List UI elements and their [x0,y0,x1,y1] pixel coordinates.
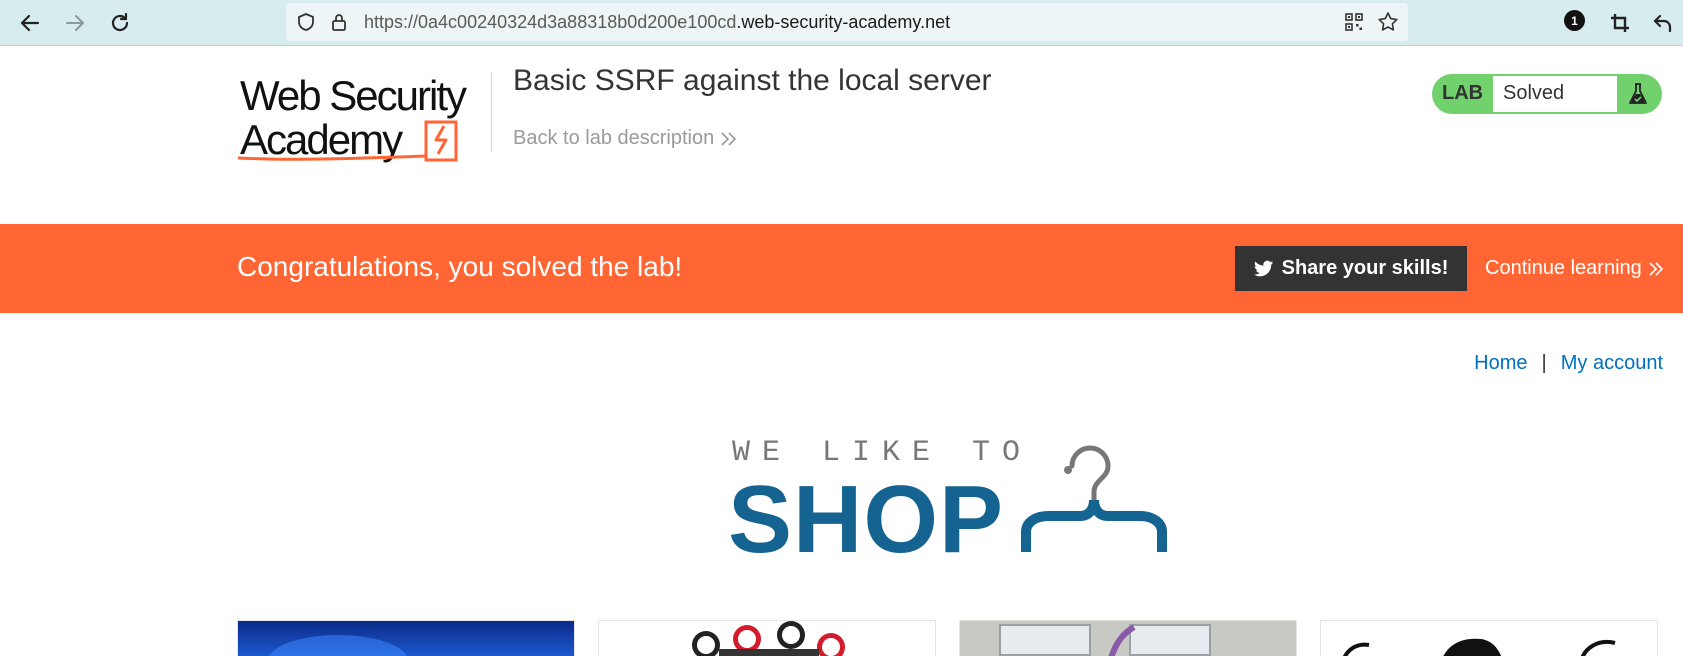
shop-tagline: WE LIKE TO [732,436,1033,470]
back-link-label: Back to lab description [513,127,715,149]
lab-status-widget: LAB Solved [1432,74,1662,114]
url-text: https://0a4c00240324d3a88318b0d200e100cd… [364,12,950,33]
url-domain: .web-security-academy.net [736,12,951,32]
crop-icon [1611,14,1629,32]
arrow-left-icon [20,14,40,32]
reload-icon [111,12,129,32]
undo-button[interactable] [1649,9,1677,37]
product-card[interactable] [237,620,575,656]
product-card[interactable] [598,620,936,656]
continue-learning-label: Continue learning [1485,257,1642,279]
lab-title: Basic SSRF against the local server [513,64,992,97]
extension-badge[interactable]: 1 [1564,10,1585,31]
product-image [599,621,935,656]
congratulations-message: Congratulations, you solved the lab! [237,251,683,282]
address-bar[interactable]: https://0a4c00240324d3a88318b0d200e100cd… [286,3,1408,41]
double-chevron-right-icon [1649,261,1663,276]
hanger-icon [1021,445,1167,552]
my-account-link[interactable]: My account [1561,352,1663,375]
product-image [960,621,1296,656]
back-to-lab-link[interactable]: Back to lab description [513,127,738,150]
lock-icon[interactable] [328,11,350,33]
star-icon[interactable] [1377,11,1399,33]
flask-icon [1624,80,1652,108]
url-prefix: https://0a4c00240324d3a88318b0d200e100cd [364,12,737,32]
lab-state: Solved [1493,76,1617,112]
browser-toolbar: https://0a4c00240324d3a88318b0d200e100cd… [0,0,1683,46]
nav-separator: | [1541,352,1547,374]
product-image [238,621,574,656]
crop-button[interactable] [1606,9,1634,37]
undo-icon [1653,14,1672,33]
web-security-academy-logo[interactable]: Web Security Academy [236,70,488,166]
back-button[interactable] [16,9,44,37]
arrow-right-icon [66,15,84,31]
shop-word: SHOP [728,466,1005,573]
reload-button[interactable] [106,9,134,37]
double-chevron-right-icon [721,131,737,146]
qr-code-icon[interactable] [1343,11,1365,33]
shield-icon[interactable] [295,11,317,33]
share-skills-button[interactable]: Share your skills! [1235,246,1467,291]
lab-tag: LAB [1442,82,1484,104]
product-card[interactable] [1320,620,1658,656]
forward-button[interactable] [61,9,89,37]
logo-line1: Web Security [240,72,467,119]
header-divider [491,72,492,152]
solved-banner: Congratulations, you solved the lab! Sha… [0,224,1683,313]
home-link[interactable]: Home [1474,352,1527,375]
continue-learning-link[interactable]: Continue learning [1485,257,1664,280]
logo-line2: Academy [240,116,403,163]
product-image [1321,621,1657,656]
top-nav: Home | My account [1474,352,1663,375]
we-like-to-shop-logo: WE LIKE TO SHOP [728,436,1170,568]
share-skills-label: Share your skills! [1281,257,1449,279]
product-card[interactable] [959,620,1297,656]
twitter-icon [1253,260,1273,276]
